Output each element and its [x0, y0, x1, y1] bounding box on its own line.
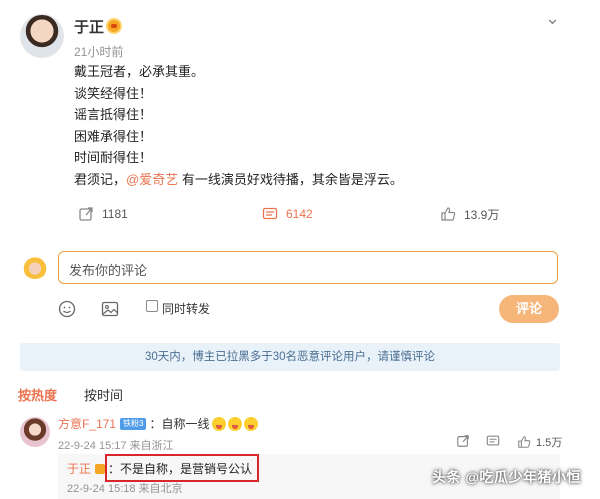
repost-button[interactable]: 1181: [78, 204, 128, 224]
post-text: 戴王冠者，必承其重。 谈笑经得住！ 谣言抵得住！ 困难承得住！ 时间耐得住！ 君…: [74, 61, 403, 190]
chevron-down-icon[interactable]: ⌄: [545, 8, 560, 29]
like-count: 13.9万: [464, 207, 500, 222]
commenter-name[interactable]: 方意F_171: [58, 415, 116, 432]
repost-icon: [79, 207, 93, 221]
thumbs-up-icon: [441, 207, 456, 221]
reply-author-name[interactable]: 于正: [67, 460, 91, 477]
comment-content: 方意F_171 铁粉3 ： 自称一线: [58, 415, 258, 432]
post-last-line: 君须记，@爱奇艺 有一线演员好戏待播，其余皆是浮云。: [74, 169, 403, 191]
post-line: 时间耐得住！: [74, 150, 153, 165]
post-text-prefix: 君须记，: [74, 171, 127, 187]
post-text-suffix: 有一线演员好戏待播，其余皆是浮云。: [178, 171, 403, 187]
current-user-avatar[interactable]: [22, 253, 48, 279]
post-time: 21小时前: [74, 45, 124, 59]
vip-badge-icon: [106, 18, 122, 34]
share-icon[interactable]: [456, 434, 470, 448]
repost-checkbox-label[interactable]: 同时转发: [162, 300, 210, 317]
laughing-emoji-icon: [243, 416, 258, 431]
comment-like-count: 1.5万: [536, 437, 563, 449]
author-avatar[interactable]: [20, 14, 64, 58]
post-line: 戴王冠者，必承其重。: [74, 64, 205, 79]
reply-icon[interactable]: [486, 434, 500, 448]
mention-link[interactable]: @爱奇艺: [126, 172, 178, 187]
highlight-box: [105, 454, 259, 482]
author-name[interactable]: 于正: [74, 16, 104, 37]
post-line: 谣言抵得住！: [74, 107, 153, 122]
post-line: 谈笑经得住！: [74, 85, 153, 101]
repost-checkbox[interactable]: [146, 300, 158, 312]
comment-separator: ：: [149, 417, 162, 431]
reply-meta: 22-9-24 15:18 来自北京: [67, 483, 183, 495]
thumbs-up-icon: [518, 436, 531, 448]
commenter-avatar[interactable]: [20, 417, 50, 447]
like-button[interactable]: 13.9万: [440, 204, 499, 224]
moderation-notice: 30天内，博主已拉黑多于30名恶意评论用户，请谨慎评论: [20, 343, 560, 371]
fan-badge: 铁粉3: [120, 417, 147, 430]
comment-input[interactable]: 发布你的评论: [58, 251, 558, 284]
comment-like-button[interactable]: 1.5万: [517, 434, 562, 450]
comment-count: 6142: [286, 207, 313, 221]
emoji-icon[interactable]: [58, 300, 76, 318]
repost-count: 1181: [102, 207, 128, 221]
laughing-emoji-icon: [211, 416, 226, 431]
watermark: 头条 @吃瓜少年猪小恒: [432, 469, 582, 485]
submit-comment-button[interactable]: 评论: [499, 295, 559, 323]
tab-sort-time[interactable]: 按时间: [84, 385, 123, 404]
comment-text: 自称一线: [161, 417, 210, 431]
post-line: 困难承得住！: [74, 128, 153, 144]
vip-badge-icon: [95, 463, 106, 474]
image-icon[interactable]: [101, 300, 119, 318]
comment-button[interactable]: 6142: [262, 204, 313, 224]
comment-icon: [262, 207, 278, 220]
laughing-emoji-icon: [227, 416, 242, 431]
tab-sort-hot[interactable]: 按热度: [18, 385, 57, 404]
comment-meta: 22-9-24 15:17 来自浙江: [58, 440, 174, 452]
